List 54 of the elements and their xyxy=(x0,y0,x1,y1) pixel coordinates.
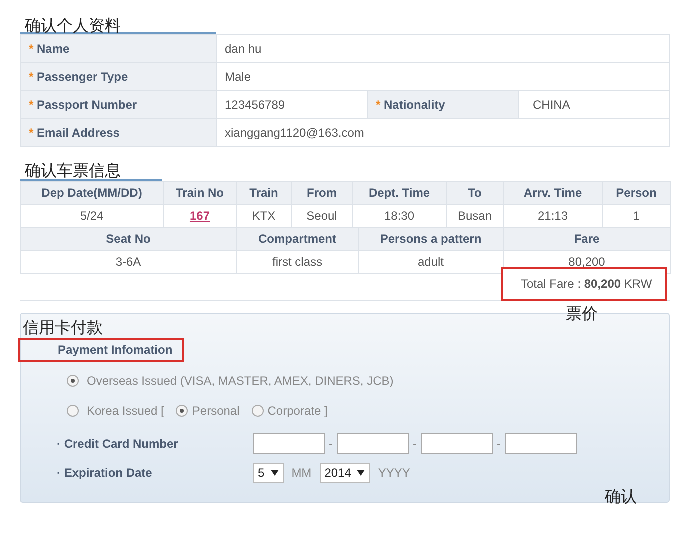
separator: - xyxy=(413,436,417,452)
card-number-field[interactable] xyxy=(253,433,325,454)
column-header: Fare xyxy=(504,228,670,250)
column-header: Train No xyxy=(164,182,236,204)
field-value: 123456789 xyxy=(216,90,368,118)
radio-button[interactable] xyxy=(176,405,188,417)
field-label: * Passenger Type xyxy=(20,62,216,90)
field-label: * Name xyxy=(20,34,216,62)
field-label: · Expiration Date xyxy=(57,465,154,482)
column-header: Dept. Time xyxy=(352,182,446,204)
field-label: * Email Address xyxy=(20,118,216,146)
annotation-box: Payment Infomation xyxy=(18,338,184,362)
select-field[interactable]: 5 xyxy=(253,463,284,483)
section-heading: 确认个人资料 xyxy=(25,16,121,36)
radio-button[interactable] xyxy=(252,405,264,417)
annotation-text: 票价 xyxy=(566,304,598,324)
column-header: Dep Date(MM/DD) xyxy=(20,182,164,204)
separator: - xyxy=(329,436,333,452)
card-number-field[interactable] xyxy=(505,433,577,454)
field-label: * Passport Number xyxy=(20,90,216,118)
radio-button[interactable] xyxy=(67,405,79,417)
field-label: · Credit Card Number xyxy=(57,436,180,452)
column-header: To xyxy=(446,182,504,204)
train-link[interactable]: 167 xyxy=(190,209,210,223)
section-heading: 信用卡付款 xyxy=(23,318,103,338)
field-label: * Nationality xyxy=(368,90,518,118)
card-number-field[interactable] xyxy=(421,433,493,454)
caret-icon xyxy=(357,470,366,476)
section-heading: 确认车票信息 xyxy=(25,161,121,181)
radio-label: Corporate ] xyxy=(268,403,328,420)
radio-label: Overseas Issued (VISA, MASTER, AMEX, DINERS, JCB) xyxy=(87,373,394,390)
select-field[interactable]: 2014 xyxy=(320,463,370,483)
separator: - xyxy=(497,436,501,452)
radio-label: Korea Issued [ xyxy=(87,403,164,420)
radio-label: Personal xyxy=(192,403,240,420)
table-cell: 3-6A xyxy=(20,250,236,274)
column-header: Seat No xyxy=(20,228,236,250)
total-fare: Total Fare : 80,200 KRW xyxy=(521,276,652,293)
field-value: CHINA xyxy=(518,90,670,118)
unit-label: YYYY xyxy=(378,465,410,482)
card-number-field[interactable] xyxy=(337,433,409,454)
radio-button[interactable] xyxy=(67,375,79,387)
field-value: xianggang1120@163.com xyxy=(216,118,670,146)
column-header: Compartment xyxy=(236,228,358,250)
column-header: From xyxy=(292,182,352,204)
column-header: Person xyxy=(602,182,670,204)
column-header: Arrv. Time xyxy=(504,182,602,204)
column-header: Persons a pattern xyxy=(358,228,504,250)
annotation-text: 确认 xyxy=(605,487,637,507)
unit-label: MM xyxy=(292,465,312,482)
column-header: Train xyxy=(236,182,292,204)
table-cell: first class xyxy=(236,250,358,274)
field-value: dan hu xyxy=(216,34,670,62)
caret-icon xyxy=(270,470,279,476)
